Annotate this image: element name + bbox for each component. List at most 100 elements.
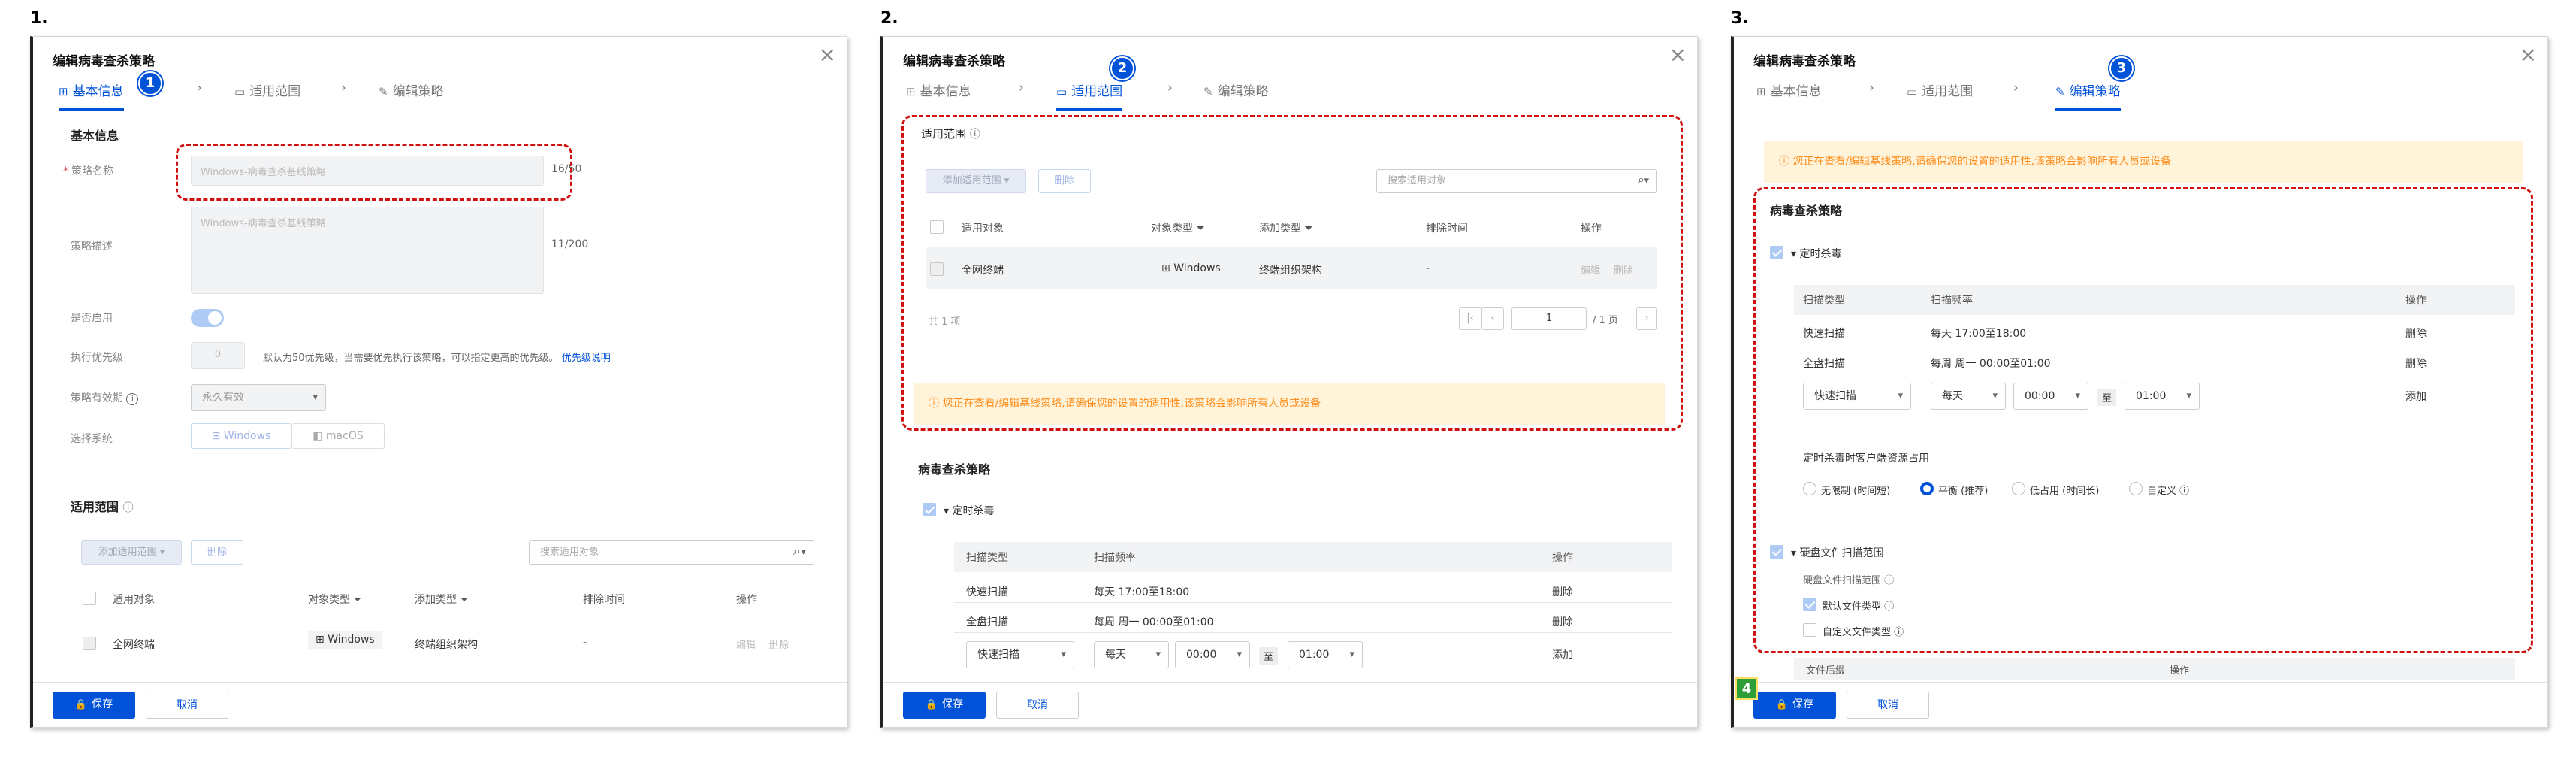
policy-desc-label: 策略描述 (71, 241, 113, 253)
custom-types-checkbox[interactable] (1803, 623, 1816, 637)
row-edit-link[interactable]: 编辑 (1581, 262, 1600, 277)
prev-page-button[interactable]: ‹ (1481, 307, 1504, 330)
scan-freq-select[interactable]: 每天 (1931, 383, 2006, 410)
os-macos-option[interactable]: ◧ macOS (291, 423, 385, 449)
next-page-button[interactable]: › (1636, 307, 1657, 330)
policy-name-label: * 策略名称 (63, 165, 113, 177)
to-label: 至 (2097, 389, 2117, 406)
step-4-badge: 4 (1735, 677, 1758, 700)
row-edit-link[interactable]: 编辑 (736, 637, 756, 651)
close-icon[interactable]: × (2520, 44, 2537, 65)
tab-bar: ⊞ 基本信息 › ▭ 适用范围 › ✎ 编辑策略 (56, 80, 807, 111)
disk-scan-checkbox[interactable] (1770, 545, 1783, 559)
scan-from-select[interactable]: 00:00 (1175, 641, 1250, 668)
cancel-button[interactable]: 取消 (996, 692, 1079, 719)
scan-to-select[interactable]: 01:00 (1288, 641, 1363, 668)
scan-type-select[interactable]: 快速扫描 (966, 641, 1074, 668)
chevron-right-icon: › (341, 80, 346, 95)
help-icon: ⓘ (1894, 627, 1904, 638)
page-input[interactable]: 1 (1511, 307, 1587, 330)
dialog-step-3: 编辑病毒查杀策略 × ⊞ 基本信息 › ▭ 适用范围 › ✎ 编辑策略 3 ⓘ 您正在… (1731, 36, 2548, 728)
tab-edit-policy[interactable]: ✎ 编辑策略 (1203, 80, 1269, 111)
save-button[interactable]: 🔒 保存 (1753, 692, 1836, 719)
search-icon[interactable]: ⌕ (793, 544, 800, 559)
dialog-footer: 🔒 保存 取消 (883, 682, 1697, 727)
help-icon: ⓘ (1884, 601, 1895, 613)
col-scan-freq: 扫描频率 (1094, 552, 1136, 564)
scan-row-freq: 每天 17:00至18:00 (1094, 586, 1190, 598)
cancel-button[interactable]: 取消 (146, 692, 228, 719)
tab-edit-policy[interactable]: ✎ 编辑策略 (379, 80, 444, 111)
delete-button[interactable]: 删除 (1038, 169, 1091, 193)
row-checkbox[interactable] (930, 262, 944, 276)
scan-type-select[interactable]: 快速扫描 (1803, 383, 1911, 410)
scope-icon: ▭ (1056, 85, 1068, 98)
section-policy: 病毒查杀策略 (1770, 204, 1843, 218)
delete-button[interactable]: 删除 (191, 540, 243, 565)
row-delete-link[interactable]: 删除 (769, 637, 789, 651)
info-icon: i (126, 393, 139, 405)
close-icon[interactable]: × (819, 44, 836, 65)
tab-basic-info[interactable]: ⊞ 基本信息 (1756, 80, 1822, 111)
add-scan-link[interactable]: 添加 (2405, 389, 2427, 404)
cancel-button[interactable]: 取消 (1847, 692, 1929, 719)
section-scope: 适用范围 ⓘ (921, 127, 980, 141)
tab-basic-info[interactable]: ⊞ 基本信息 (906, 80, 971, 111)
validity-select[interactable]: 永久有效 (191, 384, 326, 411)
resource-unlimited-radio[interactable] (1803, 482, 1816, 495)
save-button[interactable]: 🔒 保存 (903, 692, 986, 719)
col-add-type: 添加类型 ⏷ (415, 594, 469, 606)
col-object-type: 对象类型 ⏷ (1151, 223, 1205, 235)
resource-low-radio[interactable] (2012, 482, 2025, 495)
add-scope-button[interactable]: 添加适用范围 ▾ (81, 540, 182, 565)
scheduled-checkbox[interactable] (923, 503, 936, 516)
scope-icon: ▭ (234, 85, 246, 98)
tab-basic-info[interactable]: ⊞ 基本信息 (59, 80, 124, 111)
search-icon[interactable]: ⌕ (1638, 172, 1644, 187)
policy-desc-textarea[interactable]: Windows-病毒查杀基线策略 (191, 207, 544, 294)
tab-scope[interactable]: ▭ 适用范围 (1907, 80, 1973, 111)
row-add-type: 终端组织架构 (415, 639, 478, 651)
add-scan-link[interactable]: 添加 (1552, 647, 1573, 662)
priority-help-link[interactable]: 优先级说明 (562, 353, 611, 364)
scan-row-delete[interactable]: 删除 (2405, 325, 2427, 341)
scope-search-input[interactable]: 搜索适用对象 (1376, 169, 1657, 193)
close-icon[interactable]: × (1669, 44, 1687, 65)
scan-freq-select[interactable]: 每天 (1094, 641, 1169, 668)
scheduled-checkbox[interactable] (1770, 246, 1783, 259)
section-basic-info: 基本信息 (71, 129, 119, 143)
priority-input[interactable]: 0 (191, 342, 245, 369)
select-all-checkbox[interactable] (83, 592, 96, 605)
enable-toggle[interactable] (191, 309, 224, 327)
col-exclude-time: 排除时间 (1426, 223, 1468, 235)
chevron-right-icon: › (1019, 80, 1024, 95)
add-scope-button[interactable]: 添加适用范围 ▾ (926, 169, 1026, 193)
to-label: 至 (1259, 647, 1279, 665)
dialog-footer: 🔒 保存 取消 (1734, 682, 2547, 727)
tab-scope[interactable]: ▭ 适用范围 (234, 80, 300, 111)
resource-custom-radio[interactable] (2129, 482, 2143, 495)
col-actions: 操作 (736, 594, 757, 606)
row-delete-link[interactable]: 删除 (1614, 262, 1633, 277)
grid-icon: ⊞ (59, 85, 68, 98)
row-checkbox[interactable] (83, 637, 96, 650)
tab-scope[interactable]: ▭ 适用范围 (1056, 80, 1123, 111)
first-page-button[interactable]: |‹ (1459, 307, 1481, 330)
os-windows-option[interactable]: ⊞ Windows (191, 423, 291, 449)
scan-row-delete[interactable]: 删除 (1552, 614, 1573, 629)
scan-row-delete[interactable]: 删除 (2405, 356, 2427, 371)
tab-edit-policy[interactable]: ✎ 编辑策略 (2055, 80, 2121, 111)
resource-balanced-radio[interactable] (1920, 482, 1934, 495)
scope-search-input[interactable]: 搜索适用对象 (529, 540, 814, 565)
scan-row-delete[interactable]: 删除 (1552, 584, 1573, 599)
scan-from-select[interactable]: 00:00 (2013, 383, 2088, 410)
windows-icon: ⊞ (1161, 262, 1170, 274)
select-all-checkbox[interactable] (930, 220, 944, 234)
save-button[interactable]: 🔒 保存 (53, 692, 135, 719)
row-object: 全网终端 (113, 639, 155, 651)
col-scan-actions: 操作 (2405, 295, 2427, 307)
info-icon: ⓘ (1884, 575, 1895, 586)
default-types-checkbox[interactable] (1803, 598, 1816, 611)
caret-down-icon: ▾ (1791, 248, 1797, 260)
scan-to-select[interactable]: 01:00 (2125, 383, 2200, 410)
